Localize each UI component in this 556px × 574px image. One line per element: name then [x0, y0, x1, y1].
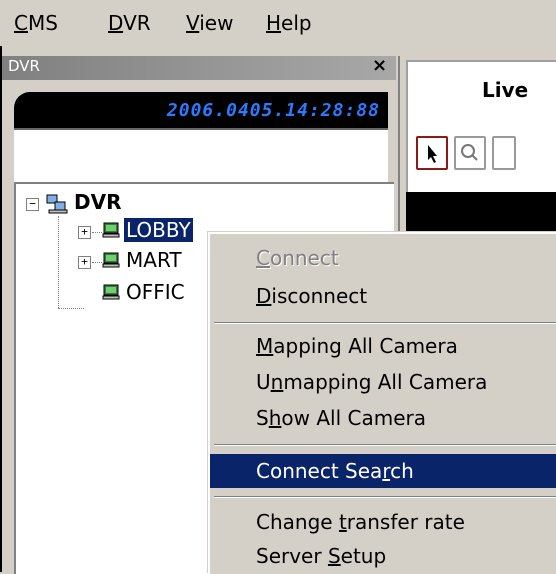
menu-dvr-label: VR: [123, 11, 151, 35]
menu-item-label: Mapping All Camera: [256, 334, 458, 358]
menu-help[interactable]: Help: [266, 10, 312, 36]
menu-separator: [214, 322, 556, 324]
menu-item-label: Connect Search: [256, 459, 414, 483]
tree-connector: [58, 308, 84, 309]
tree-root-label[interactable]: DVR: [74, 190, 121, 214]
tab-live-label: Live: [482, 78, 529, 102]
select-tool-button[interactable]: [416, 136, 448, 170]
menu-item-label: Server Setup: [256, 544, 386, 568]
tree-connector: [92, 232, 102, 233]
label-part: U: [256, 370, 271, 394]
menu-bar: CMS DVR View Help: [0, 0, 556, 46]
magnifier-icon: [461, 144, 478, 161]
menu-cms-mnemonic: C: [14, 11, 28, 35]
menu-view[interactable]: View: [186, 10, 233, 36]
menu-view-label: iew: [199, 11, 234, 35]
menu-cms-label: MS: [27, 11, 58, 35]
menu-item-connect-search[interactable]: Connect Search: [210, 454, 556, 488]
menu-dvr[interactable]: DVR: [108, 10, 151, 36]
computer-icon: [102, 284, 120, 300]
label-mnemonic: M: [256, 334, 274, 358]
label-part: isconnect: [271, 284, 368, 308]
label-mnemonic: n: [270, 370, 284, 394]
menu-item-change-transfer-rate[interactable]: Change transfer rate: [210, 506, 556, 538]
menu-item-server-setup[interactable]: Server Setup: [210, 540, 556, 572]
menu-separator: [214, 444, 556, 446]
video-area: [406, 192, 556, 232]
cursor-icon: [428, 145, 437, 163]
menu-item-label: Unmapping All Camera: [256, 370, 487, 394]
label-part: Server: [256, 544, 328, 568]
menu-item-connect[interactable]: Connect: [210, 242, 556, 274]
toolbar: [406, 112, 556, 192]
label-part: Change: [256, 510, 339, 534]
menu-help-mnemonic: H: [266, 11, 282, 35]
clock-time: 2006.0405.14:28:88: [166, 100, 380, 121]
panel-blank-area: [14, 130, 388, 182]
window-left-border: [0, 0, 2, 572]
label-part: S: [256, 406, 269, 430]
computer-icon: [102, 252, 120, 268]
label-part: Connect Sea: [256, 459, 383, 483]
computer-icon: [102, 222, 120, 238]
menu-item-show-all-camera[interactable]: Show All Camera: [210, 402, 556, 434]
tree-item-office[interactable]: OFFIC: [126, 280, 185, 304]
menu-view-mnemonic: V: [186, 11, 200, 35]
tree-item-mart[interactable]: MART: [126, 248, 182, 272]
menu-item-label: Change transfer rate: [256, 510, 465, 534]
label-mnemonic: h: [268, 406, 282, 430]
menu-dvr-mnemonic: D: [108, 11, 124, 35]
menu-item-label: Disconnect: [256, 284, 367, 308]
label-part: ch: [390, 459, 414, 483]
clock-display: 2006.0405.14:28:88: [14, 92, 388, 130]
tree-connector: [92, 262, 102, 263]
label-mnemonic: r: [382, 459, 391, 483]
menu-separator: [214, 496, 556, 498]
label-mnemonic: t: [338, 510, 347, 534]
label-mnemonic: D: [256, 284, 272, 308]
label-mnemonic: S: [327, 544, 341, 568]
network-icon: [46, 194, 68, 214]
label-part: onnect: [269, 246, 339, 270]
menu-help-label: elp: [281, 11, 312, 35]
tree-connector: [58, 216, 59, 308]
label-part: mapping All Camera: [283, 370, 488, 394]
label-part: apping All Camera: [273, 334, 458, 358]
tree-item-lobby[interactable]: LOBBY: [123, 217, 194, 243]
menu-item-label: Connect: [256, 246, 339, 270]
menu-item-mapping-all-camera[interactable]: Mapping All Camera: [210, 330, 556, 362]
tool-button[interactable]: [492, 136, 516, 170]
context-menu: Connect Disconnect Mapping All Camera Un…: [208, 232, 556, 574]
tab-live[interactable]: Live: [406, 60, 556, 114]
label-part: ransfer rate: [346, 510, 465, 534]
menu-item-label: Show All Camera: [256, 406, 426, 430]
label-part: ow All Camera: [281, 406, 426, 430]
collapse-icon[interactable]: −: [26, 198, 39, 211]
menu-item-unmapping-all-camera[interactable]: Unmapping All Camera: [210, 366, 556, 398]
dvr-panel-title: DVR: [8, 57, 40, 75]
zoom-tool-button[interactable]: [454, 136, 486, 170]
expand-icon[interactable]: +: [78, 256, 91, 269]
close-icon[interactable]: ×: [372, 55, 387, 76]
label-mnemonic: C: [256, 246, 270, 270]
dvr-panel-titlebar: DVR ×: [2, 55, 396, 80]
label-part: etup: [340, 544, 387, 568]
menu-cms[interactable]: CMS: [14, 10, 58, 36]
expand-icon[interactable]: +: [78, 226, 91, 239]
menu-item-disconnect[interactable]: Disconnect: [210, 280, 556, 312]
